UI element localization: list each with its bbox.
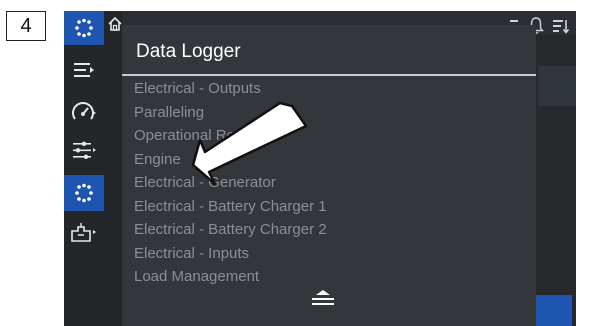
pointer-arrow-icon [191, 101, 308, 186]
